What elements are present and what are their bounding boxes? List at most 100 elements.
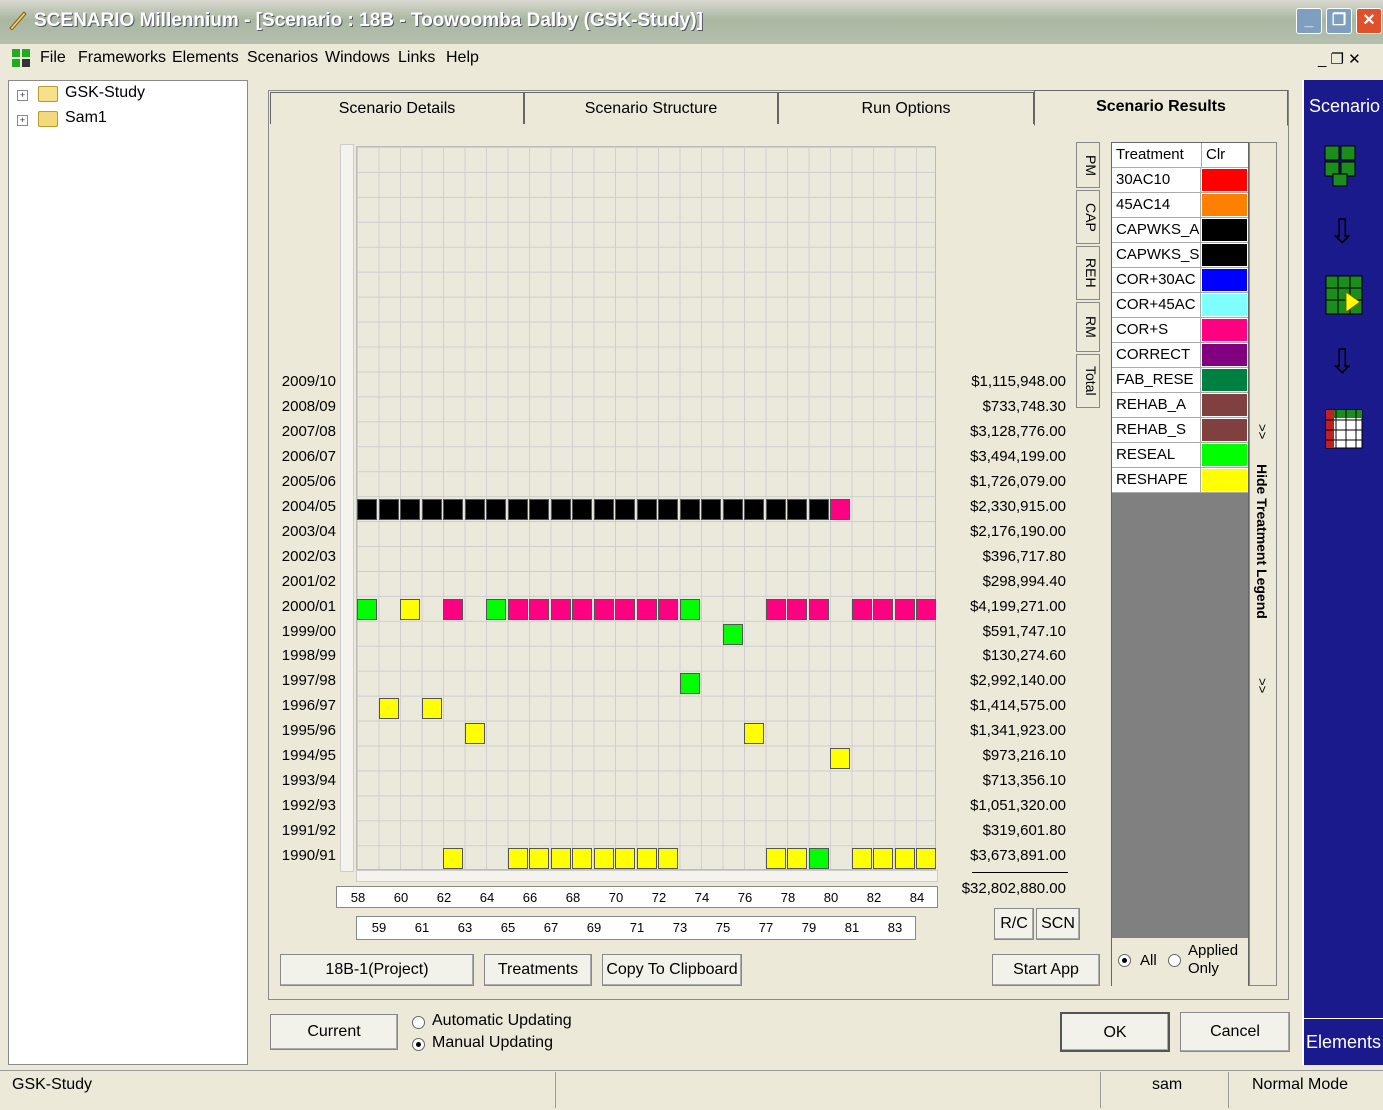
treatment-cell[interactable] [679, 498, 700, 520]
menu-help[interactable]: Help [446, 49, 479, 67]
treatment-cell[interactable] [830, 748, 850, 770]
legend-item[interactable]: RESEAL [1112, 443, 1248, 468]
treatment-cell[interactable] [443, 598, 463, 620]
vertical-scrollbar[interactable] [340, 144, 354, 872]
expand-icon[interactable]: + [17, 90, 28, 101]
treatment-cell[interactable] [378, 498, 399, 520]
maximize-button[interactable]: ❐ [1326, 8, 1352, 34]
treatment-cell[interactable] [507, 848, 528, 870]
rc-button[interactable]: R/C [994, 908, 1034, 940]
treatment-cell[interactable] [507, 498, 528, 520]
structure-icon[interactable] [1323, 144, 1363, 193]
treatment-cell[interactable] [464, 723, 485, 745]
app-menu-icon[interactable] [10, 47, 32, 69]
current-button[interactable]: Current [270, 1014, 398, 1050]
treatment-cell[interactable] [679, 598, 700, 620]
treatment-cell[interactable] [400, 498, 420, 520]
scn-button[interactable]: SCN [1036, 908, 1080, 940]
tab-pm[interactable]: PM [1076, 142, 1100, 188]
radio-all[interactable] [1118, 954, 1131, 967]
treatment-cell[interactable] [873, 848, 893, 870]
treatment-cell[interactable] [529, 598, 549, 620]
ok-button[interactable]: OK [1060, 1012, 1170, 1052]
treatment-cell[interactable] [722, 623, 743, 645]
minimize-button[interactable]: _ [1296, 8, 1322, 34]
mdi-controls[interactable]: _ ❐ ✕ [1318, 50, 1361, 68]
treatment-cell[interactable] [658, 848, 678, 870]
menu-windows[interactable]: Windows [325, 49, 390, 67]
treatment-cell[interactable] [894, 848, 915, 870]
treatment-cell[interactable] [357, 598, 377, 620]
tab-scenario-details[interactable]: Scenario Details [270, 92, 524, 124]
treatment-cell[interactable] [808, 598, 829, 620]
legend-item[interactable]: CAPWKS_S [1112, 243, 1248, 268]
tree-item-sam1[interactable]: Sam1 [65, 109, 107, 127]
treatment-cell[interactable] [572, 598, 592, 620]
treatment-cell[interactable] [636, 498, 657, 520]
treatment-cell[interactable] [593, 848, 614, 870]
treatment-cell[interactable] [787, 598, 807, 620]
legend-item[interactable]: COR+S [1112, 318, 1248, 343]
treatment-cell[interactable] [765, 498, 786, 520]
menu-file[interactable]: File [40, 49, 66, 67]
treatment-cell[interactable] [378, 698, 399, 720]
tab-rm[interactable]: RM [1076, 302, 1100, 352]
menu-links[interactable]: Links [398, 49, 435, 67]
treatment-cell[interactable] [593, 598, 614, 620]
treatment-cell[interactable] [851, 848, 872, 870]
treatment-cell[interactable] [421, 698, 442, 720]
legend-item[interactable]: CORRECT [1112, 343, 1248, 368]
treatment-cell[interactable] [744, 498, 764, 520]
legend-item[interactable]: COR+30AC [1112, 268, 1248, 293]
tab-reh[interactable]: REH [1076, 246, 1100, 300]
treatment-cell[interactable] [722, 498, 743, 520]
treatment-cell[interactable] [636, 598, 657, 620]
treatment-cell[interactable] [787, 848, 807, 870]
treatment-cell[interactable] [572, 848, 592, 870]
results-grid-icon[interactable] [1324, 406, 1364, 455]
treatment-cell[interactable] [529, 848, 549, 870]
hide-legend-label[interactable]: Hide Treatment Legend [1254, 464, 1270, 619]
treatment-cell[interactable] [464, 498, 485, 520]
run-grid-icon[interactable] [1324, 274, 1364, 323]
tab-cap[interactable]: CAP [1076, 190, 1100, 244]
horizontal-scrollbar[interactable] [356, 870, 938, 882]
project-button[interactable]: 18B-1(Project) [280, 954, 474, 986]
tree-item-gsk-study[interactable]: GSK-Study [65, 84, 145, 102]
treatment-cell[interactable] [486, 498, 506, 520]
treatment-cell[interactable] [916, 848, 936, 870]
radio-applied-only[interactable] [1168, 954, 1181, 967]
close-button[interactable]: ✕ [1356, 8, 1382, 34]
treatment-cell[interactable] [808, 848, 829, 870]
tab-total[interactable]: Total [1076, 354, 1100, 408]
treatment-cell[interactable] [744, 723, 764, 745]
treatment-cell[interactable] [701, 498, 721, 520]
treatment-cell[interactable] [357, 498, 377, 520]
treatment-cell[interactable] [421, 498, 442, 520]
treatment-cell[interactable] [808, 498, 829, 520]
copy-to-clipboard-button[interactable]: Copy To Clipboard [602, 954, 742, 986]
treatments-button[interactable]: Treatments [484, 954, 592, 986]
treatment-cell[interactable] [830, 498, 850, 520]
menu-scenarios[interactable]: Scenarios [247, 49, 318, 67]
nav-elements-label[interactable]: Elements [1306, 1032, 1381, 1053]
menu-frameworks[interactable]: Frameworks [78, 49, 166, 67]
radio-manual-updating[interactable] [412, 1038, 425, 1051]
legend-item[interactable]: 45AC14 [1112, 193, 1248, 218]
treatment-cell[interactable] [400, 598, 420, 620]
legend-item[interactable]: 30AC10 [1112, 168, 1248, 193]
treatment-cell[interactable] [765, 598, 786, 620]
cancel-button[interactable]: Cancel [1180, 1012, 1290, 1052]
treatment-cell[interactable] [851, 598, 872, 620]
treatment-cell[interactable] [550, 598, 571, 620]
tab-scenario-results[interactable]: Scenario Results [1034, 90, 1288, 126]
tab-scenario-structure[interactable]: Scenario Structure [524, 92, 778, 124]
treatment-cell[interactable] [679, 673, 700, 695]
treatment-cell[interactable] [486, 598, 506, 620]
legend-item[interactable]: COR+45AC [1112, 293, 1248, 318]
treatment-cell[interactable] [529, 498, 549, 520]
legend-item[interactable]: FAB_RESE [1112, 368, 1248, 393]
treatment-cell[interactable] [787, 498, 807, 520]
treatment-cell[interactable] [615, 848, 635, 870]
legend-item[interactable]: REHAB_S [1112, 418, 1248, 443]
